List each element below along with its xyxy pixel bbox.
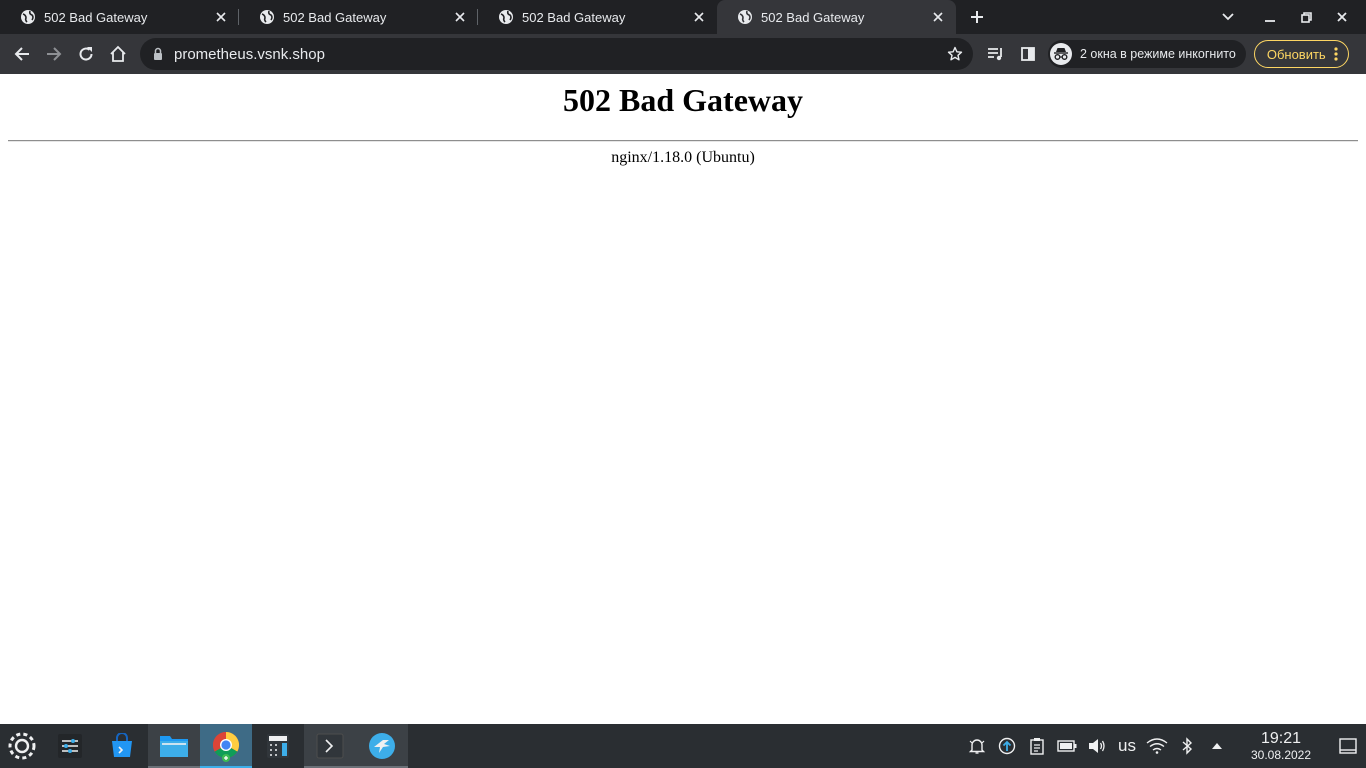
bluetooth-icon [1182,737,1193,755]
side-panel-icon [1021,47,1035,61]
tab-title: 502 Bad Gateway [522,9,626,25]
reload-icon [79,47,93,61]
system-settings-app[interactable] [44,724,96,768]
tab-strip: 502 Bad Gateway 502 Bad Gateway 502 Bad … [0,0,1366,34]
chrome-app[interactable] [200,724,252,768]
speaker-icon [1089,739,1105,753]
home-button[interactable] [102,38,134,70]
clock-date: 30.08.2022 [1250,748,1312,762]
tab-1[interactable]: 502 Bad Gateway [0,0,239,34]
close-tab-icon[interactable] [691,9,707,25]
arrow-left-icon [14,47,29,61]
clipboard-icon [1030,738,1044,755]
calculator-app[interactable] [252,724,304,768]
tab-title: 502 Bad Gateway [761,9,865,25]
system-tray: us 19:21 30.08.2022 [962,724,1366,768]
back-button[interactable] [6,38,38,70]
show-desktop-button[interactable] [1330,724,1366,768]
side-panel-button[interactable] [1012,38,1044,70]
divider [8,140,1358,142]
new-tab-button[interactable] [956,0,998,34]
bell-icon [968,739,986,754]
close-tab-icon[interactable] [213,9,229,25]
arrow-right-icon [47,47,62,61]
server-info: nginx/1.18.0 (Ubuntu) [611,149,755,166]
show-desktop-icon [1339,738,1357,754]
tab-search-button[interactable] [1210,0,1246,34]
restore-button[interactable] [1288,0,1324,34]
chevron-down-icon [1222,13,1234,21]
close-tab-icon[interactable] [452,9,468,25]
page-content: 502 Bad Gateway nginx/1.18.0 (Ubuntu) [0,74,1366,724]
incognito-icon [1050,43,1072,65]
globe-icon [260,10,274,24]
tab-3[interactable]: 502 Bad Gateway [478,0,717,34]
close-tab-icon[interactable] [930,9,946,25]
home-icon [110,45,126,62]
launcher-icon [8,732,36,760]
bluetooth-tray[interactable] [1172,724,1202,768]
digital-clock[interactable]: 19:21 30.08.2022 [1238,730,1324,762]
volume-tray[interactable] [1082,724,1112,768]
star-icon [947,46,963,61]
close-icon [1337,12,1347,22]
plus-icon [971,11,983,23]
update-button[interactable]: Обновить [1253,40,1349,68]
address-bar[interactable]: prometheus.vsnk.shop [140,38,973,70]
tray-expand-button[interactable] [1202,724,1232,768]
minimize-button[interactable] [1252,0,1288,34]
page-title: 502 Bad Gateway [563,82,803,118]
tab-title: 502 Bad Gateway [44,9,148,25]
file-manager-app[interactable] [148,724,200,768]
incognito-label: 2 окна в режиме инкогнито [1080,47,1236,61]
discover-store-app[interactable] [96,724,148,768]
battery-tray[interactable] [1052,724,1082,768]
restore-icon [1300,11,1312,23]
battery-icon [1057,740,1077,752]
app-launcher-button[interactable] [0,724,44,768]
incognito-indicator[interactable]: 2 окна в режиме инкогнито [1048,40,1246,68]
shopping-bag-icon [112,733,132,757]
globe-icon [499,10,513,24]
tab-title: 502 Bad Gateway [283,9,387,25]
keyboard-layout-tray[interactable]: us [1112,736,1142,756]
close-window-button[interactable] [1324,0,1360,34]
calculator-icon [267,734,289,758]
taskbar: us 19:21 30.08.2022 [0,724,1366,768]
notifications-tray[interactable] [962,724,992,768]
update-label: Обновить [1266,46,1326,62]
chrome-icon [212,731,240,762]
url-text[interactable]: prometheus.vsnk.shop [174,46,939,63]
reload-button[interactable] [70,38,102,70]
minimize-icon [1265,20,1275,22]
wifi-icon [1146,738,1168,754]
more-vert-icon [1334,47,1338,61]
terminal-icon [316,733,344,759]
lock-icon[interactable] [150,46,166,62]
chevron-up-icon [1212,743,1222,749]
browser-toolbar: prometheus.vsnk.shop 2 окна в режиме инк… [0,34,1366,74]
settings-sliders-icon [58,734,82,758]
bookmark-button[interactable] [939,38,971,70]
globe-icon [21,10,35,24]
queue-music-icon [988,48,1002,61]
clock-time: 19:21 [1260,730,1302,747]
bird-icon [369,733,395,759]
clipboard-tray[interactable] [1022,724,1052,768]
media-controls-button[interactable] [980,38,1012,70]
tab-4-active[interactable]: 502 Bad Gateway [717,0,956,34]
updates-tray[interactable] [992,724,1022,768]
folder-icon [160,736,188,757]
forward-button[interactable] [38,38,70,70]
kdeconnect-app[interactable] [356,724,408,768]
terminal-app[interactable] [304,724,356,768]
update-arrow-icon [998,737,1016,755]
globe-icon [738,10,752,24]
tab-2[interactable]: 502 Bad Gateway [239,0,478,34]
network-tray[interactable] [1142,724,1172,768]
